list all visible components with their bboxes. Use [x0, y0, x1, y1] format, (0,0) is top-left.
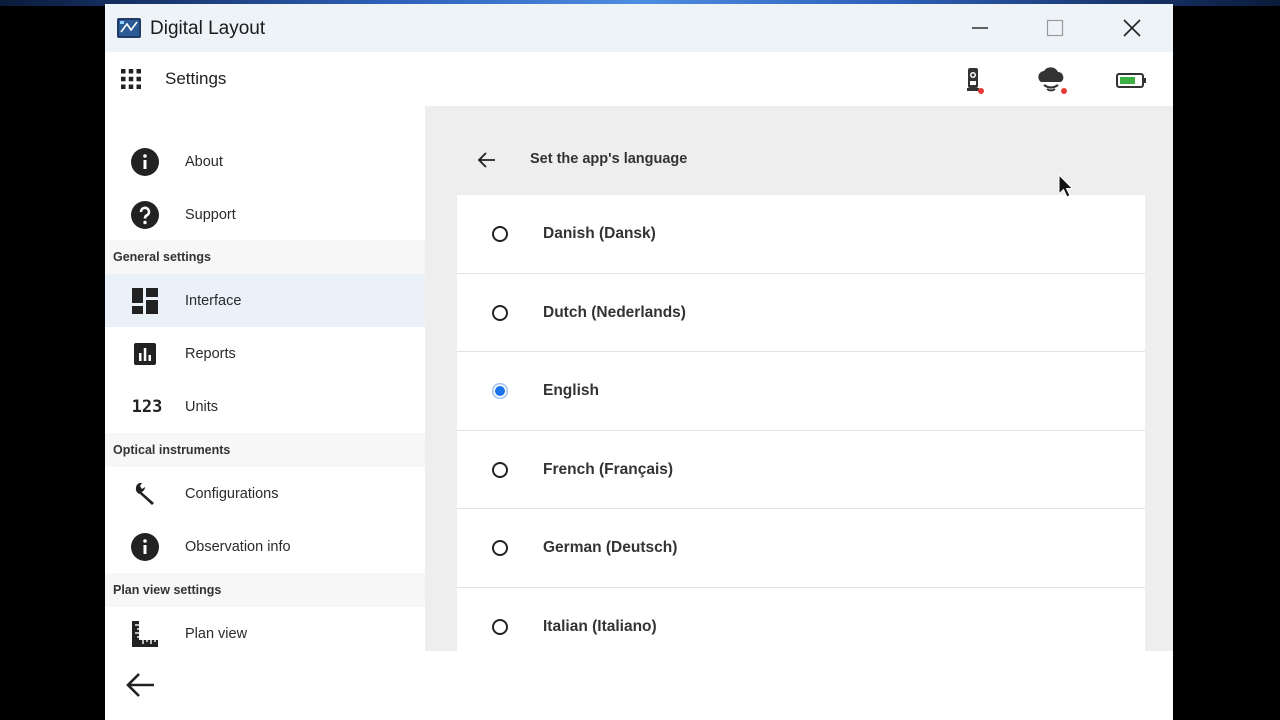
language-option-dutch[interactable]: Dutch (Nederlands): [457, 273, 1145, 353]
radio-button[interactable]: [492, 226, 508, 242]
sidebar-item-label: Support: [185, 206, 236, 223]
numbers-icon: 123: [131, 397, 163, 417]
content-header: Set the app's language: [477, 146, 857, 174]
language-option-italian[interactable]: Italian (Italiano): [457, 587, 1145, 651]
language-label: French (Français): [543, 460, 674, 478]
language-label: Italian (Italiano): [543, 617, 657, 635]
sidebar-item-label: Units: [185, 398, 219, 415]
language-label: Dutch (Nederlands): [543, 303, 686, 321]
radio-button[interactable]: [492, 461, 508, 478]
sidebar-item-observation-info[interactable]: Observation info: [105, 520, 425, 573]
sidebar-item-configurations[interactable]: Configurations: [105, 467, 425, 520]
battery-icon: [1116, 73, 1146, 88]
sidebar-item-units[interactable]: 123 Units: [105, 380, 425, 433]
section-header-optical-instruments: Optical instruments: [105, 433, 425, 467]
title-bar[interactable]: Digital Layout: [105, 4, 1173, 52]
sidebar-item-support[interactable]: Support: [105, 188, 425, 241]
sidebar-item-interface[interactable]: Interface: [105, 274, 425, 327]
language-option-danish[interactable]: Danish (Dansk): [457, 195, 1145, 274]
language-option-french[interactable]: French (Français): [457, 430, 1145, 510]
maximize-button[interactable]: [1027, 4, 1083, 52]
cloud-sync-icon[interactable]: [1035, 66, 1067, 94]
section-header-plan-view-settings: Plan view settings: [105, 573, 425, 607]
apps-grid-icon[interactable]: [121, 69, 141, 89]
language-list: Danish (Dansk) Dutch (Nederlands) Englis…: [457, 195, 1145, 651]
minimize-icon: [972, 27, 988, 29]
close-button[interactable]: [1104, 4, 1160, 52]
sidebar-item-label: Configurations: [185, 485, 279, 502]
radio-button[interactable]: [492, 618, 508, 635]
wrench-icon: [130, 479, 160, 509]
language-option-english[interactable]: English: [457, 352, 1145, 431]
language-label: German (Deutsch): [543, 539, 678, 557]
language-label: Danish (Dansk): [543, 225, 656, 242]
window-title: Digital Layout: [150, 18, 266, 39]
radio-button[interactable]: [492, 540, 508, 557]
dashboard-icon: [130, 286, 160, 316]
bottom-bar: [105, 651, 1173, 720]
radio-button-selected[interactable]: [492, 383, 508, 400]
radio-button[interactable]: [492, 304, 508, 321]
sidebar-item-label: Observation info: [185, 538, 291, 555]
close-icon: [1123, 19, 1141, 37]
section-title: Set the app's language: [530, 151, 688, 167]
ruler-icon: [130, 619, 160, 649]
back-arrow-icon[interactable]: [477, 150, 497, 170]
mouse-cursor-icon: [1058, 174, 1074, 198]
app-window: Digital Layout Settings About Support Ge…: [105, 4, 1173, 720]
total-station-icon[interactable]: [959, 66, 991, 94]
sidebar-item-reports[interactable]: Reports: [105, 327, 425, 380]
sidebar-item-label: About: [185, 153, 223, 170]
back-arrow-icon[interactable]: [125, 669, 157, 701]
sidebar-item-label: Reports: [185, 345, 236, 362]
help-icon: [130, 200, 160, 230]
page-title: Settings: [165, 69, 227, 88]
language-option-german[interactable]: German (Deutsch): [457, 509, 1145, 588]
bar-chart-icon: [130, 339, 160, 369]
language-label: English: [543, 382, 599, 400]
maximize-icon: [1046, 19, 1064, 37]
minimize-button[interactable]: [952, 4, 1008, 52]
info-icon: [130, 532, 160, 562]
app-logo-icon: [117, 18, 141, 38]
settings-sidebar: About Support General settings Interface…: [105, 106, 425, 651]
sidebar-item-label: Plan view: [185, 625, 248, 642]
sidebar-item-about[interactable]: About: [105, 135, 425, 188]
app-bar: Settings: [105, 52, 1173, 106]
sidebar-item-label: Interface: [185, 292, 242, 309]
info-icon: [130, 147, 160, 177]
section-header-general-settings: General settings: [105, 240, 425, 274]
